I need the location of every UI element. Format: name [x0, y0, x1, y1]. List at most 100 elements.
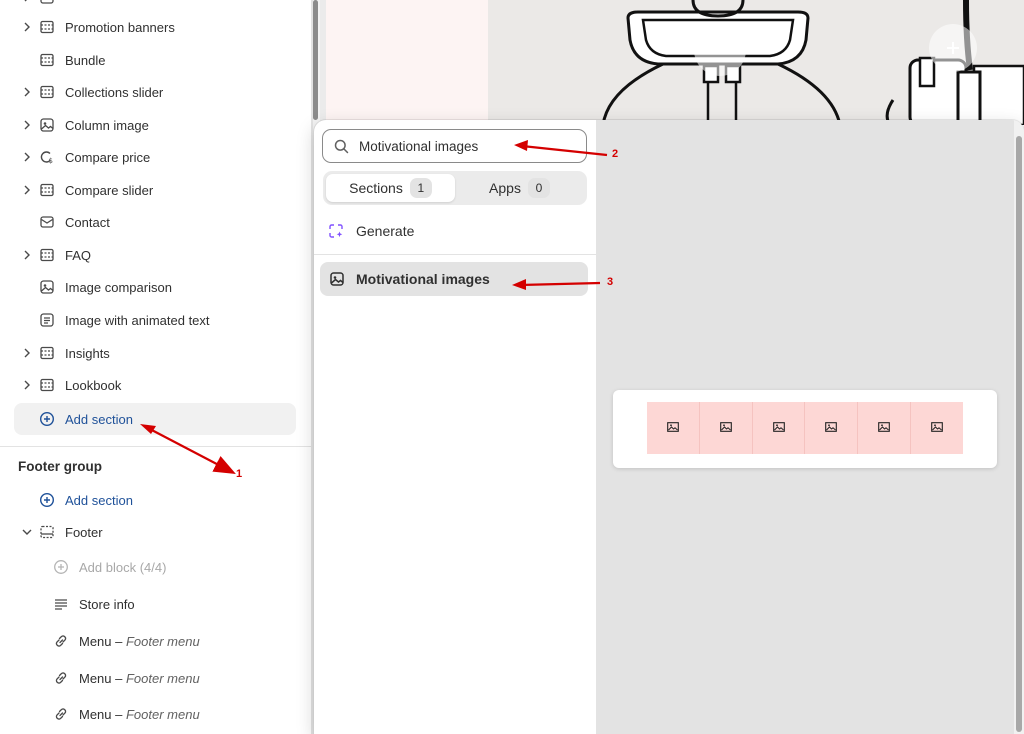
text-block-icon: [36, 312, 58, 328]
plus-circle-icon: [36, 411, 58, 427]
sidebar-item-label: Image comparison: [65, 279, 172, 295]
sidebar-item-label: Image with animated text: [65, 312, 210, 328]
sidebar-item-label: Compare slider: [65, 182, 154, 198]
plus-circle-icon: [50, 559, 72, 575]
chevron-right-icon: [18, 185, 36, 195]
sidebar-item-faq[interactable]: FAQ: [14, 240, 296, 270]
block-label: Menu –: [79, 706, 126, 722]
image-placeholder-icon: [772, 419, 785, 437]
section-icon: [36, 52, 58, 68]
sidebar-item-label: Promotion banners: [65, 19, 175, 35]
add-section-label: Add section: [65, 411, 133, 427]
link-icon: [50, 670, 72, 686]
block-menu[interactable]: Menu – Footer menu: [50, 699, 300, 729]
plus-circle-icon: [36, 492, 58, 508]
tab-sections[interactable]: Sections 1: [326, 174, 455, 202]
add-section-label: Add section: [65, 492, 133, 508]
annotation-number-2: 2: [612, 148, 619, 160]
block-menu-name: Footer menu: [125, 633, 200, 649]
block-menu[interactable]: Menu – Footer menu: [50, 626, 300, 656]
add-block-label: Add block (4/4): [79, 559, 167, 575]
add-block-button[interactable]: Add block (4/4): [50, 552, 300, 582]
section-icon: [36, 377, 58, 393]
email-icon: [36, 214, 58, 230]
add-section-popup: Sections 1 Apps 0 Generate Motivational …: [314, 120, 1024, 734]
sparkle-frame-icon: [328, 223, 344, 239]
chevron-right-icon: [18, 120, 36, 130]
add-section-button[interactable]: Add section: [14, 403, 296, 435]
section-icon: [36, 84, 58, 100]
section-icon: [36, 182, 58, 198]
sidebar-item-partial[interactable]: [14, 0, 296, 12]
sidebar-item-label: Collections slider: [65, 84, 164, 100]
footer-group-title: Footer group: [18, 459, 102, 474]
preview-scrollbar-thumb[interactable]: [1016, 136, 1022, 732]
chevron-right-icon: [18, 22, 36, 32]
section-icon: [36, 19, 58, 35]
image-placeholder-icon: [825, 419, 838, 437]
generate-button[interactable]: Generate: [320, 216, 590, 246]
section-icon: [36, 247, 58, 263]
count-badge: 0: [527, 178, 550, 198]
sidebar-item-label: Lookbook: [65, 377, 122, 393]
annotation-number-3: 3: [607, 276, 614, 288]
svg-text:$: $: [49, 157, 53, 165]
sidebar-item-collections-slider[interactable]: Collections slider: [14, 77, 296, 107]
block-label: Store info: [79, 596, 135, 612]
tab-apps[interactable]: Apps 0: [455, 174, 584, 202]
sidebar-item-insights[interactable]: Insights: [14, 338, 296, 368]
sidebar-scrollbar-thumb[interactable]: [313, 0, 318, 120]
sidebar-item-image-comparison[interactable]: Image comparison: [14, 272, 296, 302]
result-label: Motivational images: [356, 271, 490, 287]
image-placeholder-tile: [699, 402, 753, 454]
theme-editor-sidebar: Promotion banners Bundle Collections sli…: [0, 0, 312, 734]
chevron-right-icon: [18, 0, 36, 2]
image-placeholder-tile: [752, 402, 806, 454]
block-store-info[interactable]: Store info: [50, 589, 300, 619]
sidebar-item-label: Contact: [65, 214, 110, 230]
generate-label: Generate: [356, 223, 415, 239]
sidebar-item-image-with-animated-text[interactable]: Image with animated text: [14, 305, 296, 335]
sidebar-item-footer[interactable]: Footer: [14, 517, 296, 547]
section-search-box[interactable]: [322, 129, 587, 163]
chevron-right-icon: [18, 152, 36, 162]
tab-label: Sections: [349, 180, 403, 196]
image-placeholder-icon: [719, 419, 732, 437]
link-icon: [50, 706, 72, 722]
section-preview-card: [613, 390, 997, 468]
sidebar-item-bundle[interactable]: Bundle: [14, 45, 296, 75]
search-result-motivational-images[interactable]: Motivational images: [320, 262, 588, 296]
link-icon: [50, 633, 72, 649]
footer-add-section-button[interactable]: Add section: [14, 485, 296, 515]
sidebar-item-label: Bundle: [65, 52, 106, 68]
sidebar-item-column-image[interactable]: Column image: [14, 110, 296, 140]
sidebar-item-contact[interactable]: Contact: [14, 207, 296, 237]
section-search-input[interactable]: [359, 138, 569, 154]
sidebar-item-promotion-banners[interactable]: Promotion banners: [14, 12, 296, 42]
image-placeholder-icon: [931, 419, 943, 437]
image-placeholder-tile: [647, 402, 700, 454]
block-label: Menu –: [79, 670, 126, 686]
sidebar-item-label: Footer: [65, 524, 103, 540]
section-preview-pane: [596, 120, 1024, 734]
image-icon: [329, 271, 345, 287]
image-placeholder-icon: [878, 419, 891, 437]
image-icon: [36, 117, 58, 133]
tab-label: Apps: [489, 180, 521, 196]
image-tile-row: [647, 402, 963, 454]
preview-illustration: [488, 0, 1024, 127]
block-label: Menu –: [79, 633, 126, 649]
divider: [314, 254, 596, 255]
sidebar-item-lookbook[interactable]: Lookbook: [14, 370, 296, 400]
sidebar-item-compare-price[interactable]: $ Compare price: [14, 142, 296, 172]
block-menu[interactable]: Menu – Footer menu: [50, 663, 300, 693]
chevron-right-icon: [18, 348, 36, 358]
sidebar-item-compare-slider[interactable]: Compare slider: [14, 175, 296, 205]
sidebar-item-label: FAQ: [65, 247, 92, 263]
chevron-right-icon: [18, 87, 36, 97]
image-placeholder-tile: [805, 402, 859, 454]
block-menu-name: Footer menu: [125, 670, 200, 686]
chevron-right-icon: [18, 380, 36, 390]
search-icon: [323, 139, 359, 154]
image-placeholder-tile: [911, 402, 963, 454]
